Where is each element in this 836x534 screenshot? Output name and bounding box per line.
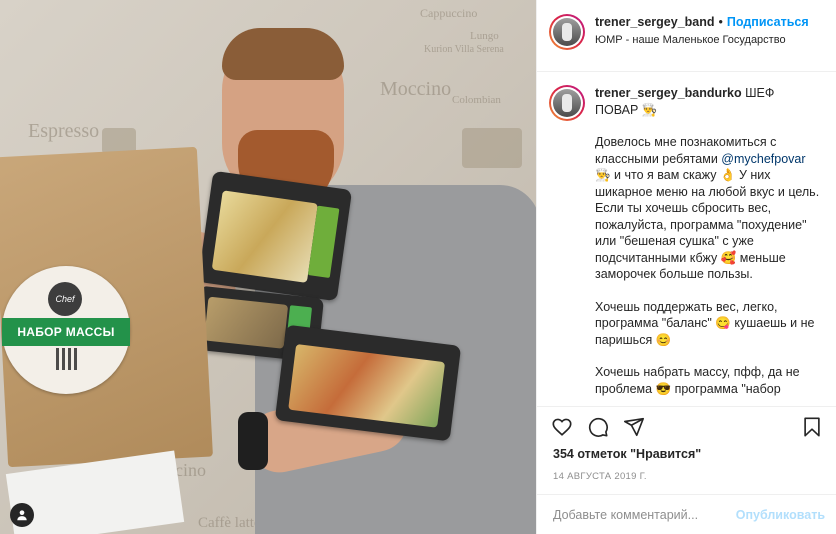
avatar-image bbox=[553, 18, 581, 46]
action-icons bbox=[551, 416, 645, 438]
author-username-link[interactable]: trener_sergey_band bbox=[595, 15, 715, 29]
caption-paragraph: Хочешь поддержать вес, легко, программа … bbox=[595, 299, 815, 347]
caption-text-part: 👨‍🍳 и что я вам скажу 👌 У них шикарное м… bbox=[595, 168, 820, 281]
instagram-post-view: Espresso Cappuccino Caffè latte Colombia… bbox=[0, 0, 836, 534]
save-button[interactable] bbox=[801, 416, 823, 438]
post-date[interactable]: 14 АВГУСТА 2019 Г. bbox=[553, 471, 647, 482]
wall-text: Kurion Villa Serena bbox=[424, 44, 504, 55]
likes-count-link[interactable]: 354 отметок "Нравится" bbox=[553, 447, 701, 461]
wall-text: Caffè latte bbox=[198, 515, 261, 531]
caption-avatar[interactable] bbox=[549, 85, 585, 121]
location-link[interactable]: ЮМР - наше Маленькое Государство bbox=[595, 32, 809, 48]
wall-text: Cappuccino bbox=[420, 6, 478, 20]
mention-link[interactable]: @mychefpovar bbox=[721, 152, 805, 166]
comment-icon[interactable] bbox=[587, 416, 609, 438]
separator-dot: • bbox=[718, 15, 723, 29]
post-side-panel: trener_sergey_band • Подписаться ЮМР - наш… bbox=[536, 0, 836, 534]
caption-paragraph: Хочешь набрать массу, пфф, да не проблем… bbox=[595, 365, 800, 396]
caption-section[interactable]: trener_sergey_bandurko ШЕФ ПОВАР 👨‍🍳 Дов… bbox=[537, 73, 836, 406]
jar bbox=[462, 128, 522, 168]
follow-button[interactable]: Подписаться bbox=[727, 15, 809, 29]
chef-povar-logo: Chef povar bbox=[48, 282, 82, 338]
sticker-text: НАБОР МАССЫ bbox=[17, 325, 115, 339]
wall-text: Moccino bbox=[380, 78, 452, 100]
action-bar: 354 отметок "Нравится" 14 АВГУСТА 2019 Г… bbox=[537, 406, 836, 534]
caption-text: trener_sergey_bandurko ШЕФ ПОВАР 👨‍🍳 Дов… bbox=[595, 85, 820, 406]
wall-text: Espresso bbox=[28, 120, 100, 142]
food bbox=[288, 343, 446, 428]
wall-text: Lungo bbox=[470, 30, 499, 42]
comment-form: Опубликовать bbox=[537, 494, 836, 534]
header-text: trener_sergey_band • Подписаться ЮМР - наш… bbox=[595, 14, 809, 48]
caption-paragraph: Довелось мне познакомиться с классными р… bbox=[595, 134, 820, 283]
user-icon bbox=[17, 510, 27, 521]
caption-title-line: trener_sergey_bandurko ШЕФ ПОВАР 👨‍🍳 bbox=[595, 85, 820, 118]
post-header: trener_sergey_band • Подписаться ЮМР - наш… bbox=[537, 0, 836, 72]
sticker-band: НАБОР МАССЫ bbox=[2, 318, 130, 346]
comment-input[interactable] bbox=[553, 508, 730, 522]
food-tray bbox=[197, 170, 353, 302]
caption-username-link[interactable]: trener_sergey_bandurko bbox=[595, 86, 742, 100]
wall-text: Colombian bbox=[452, 94, 501, 106]
header-line: trener_sergey_band • Подписаться bbox=[595, 14, 809, 30]
qr-code bbox=[56, 348, 78, 370]
post-photo[interactable]: Espresso Cappuccino Caffè latte Colombia… bbox=[0, 0, 536, 534]
food bbox=[203, 296, 289, 349]
share-icon[interactable] bbox=[623, 416, 645, 438]
tagged-users-button[interactable] bbox=[10, 503, 34, 527]
avatar-image bbox=[553, 89, 581, 117]
heart-icon[interactable] bbox=[551, 416, 573, 438]
bookmark-icon[interactable] bbox=[801, 416, 823, 438]
author-avatar[interactable] bbox=[549, 14, 585, 50]
publish-button[interactable]: Опубликовать bbox=[736, 508, 825, 522]
wristwatch bbox=[238, 412, 268, 470]
food bbox=[211, 190, 318, 283]
person-hair bbox=[222, 28, 344, 80]
